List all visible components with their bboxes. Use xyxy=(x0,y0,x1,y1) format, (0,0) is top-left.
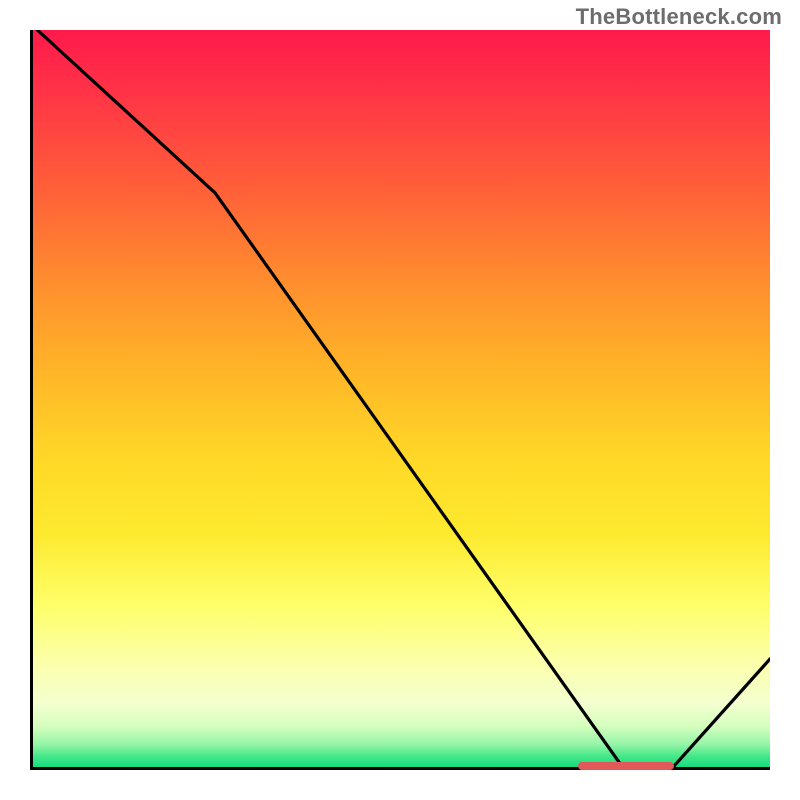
optimum-marker xyxy=(578,762,674,770)
curve-path xyxy=(37,30,770,766)
curve-svg xyxy=(30,30,770,770)
chart-container: TheBottleneck.com xyxy=(0,0,800,800)
watermark-text: TheBottleneck.com xyxy=(576,4,782,30)
plot-area xyxy=(30,30,770,770)
